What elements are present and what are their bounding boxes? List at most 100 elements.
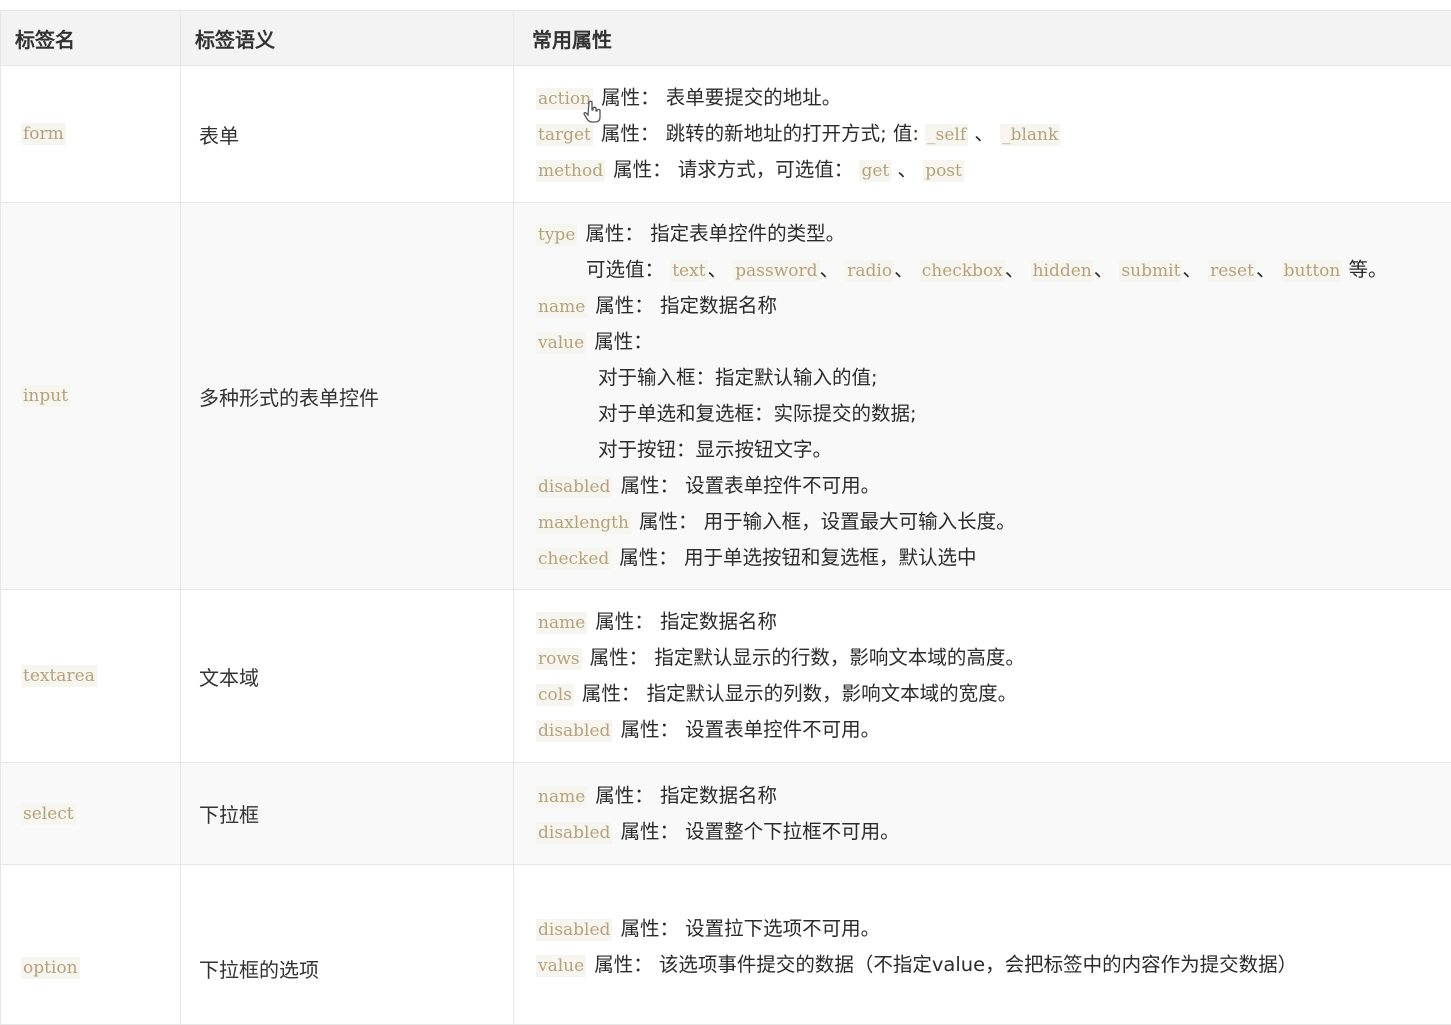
attr-line: name 属性： 指定数据名称: [536, 288, 1451, 324]
attr-code: disabled: [536, 822, 612, 844]
tag-code: textarea: [21, 665, 97, 687]
value-code: submit: [1119, 260, 1182, 282]
header-row: 标签名 标签语义 常用属性: [1, 11, 1451, 66]
separator: 、: [1256, 258, 1276, 281]
attr-desc: 对于输入框：指定默认输入的值;: [598, 366, 878, 389]
tag-code: input: [21, 385, 70, 407]
tag-code: option: [21, 957, 80, 979]
form-tags-reference-table: 标签名 标签语义 常用属性 form 表单 action属性： 表单要提交的地址…: [0, 10, 1451, 1025]
value-code: post: [923, 160, 964, 182]
attributes-cell: action属性： 表单要提交的地址。 target 属性： 跳转的新地址的打开方…: [514, 66, 1451, 203]
header-tag-name: 标签名: [1, 11, 181, 66]
value-code: text: [670, 260, 707, 282]
attr-line: 对于单选和复选框：实际提交的数据;: [536, 396, 1451, 432]
attr-suffix: 等。: [1349, 258, 1388, 281]
attr-desc: 属性：: [594, 330, 653, 353]
tag-cell: select: [1, 763, 181, 865]
attr-line: type 属性： 指定表单控件的类型。: [536, 216, 1451, 252]
attr-line: rows 属性： 指定默认显示的行数，影响文本域的高度。: [536, 640, 1451, 676]
attr-desc: 属性： 设置表单控件不可用。: [620, 718, 880, 741]
attr-desc: 属性： 指定数据名称: [595, 294, 777, 317]
attr-code: value: [536, 955, 586, 977]
value-code: button: [1282, 260, 1343, 282]
table-row-input: input 多种形式的表单控件 type 属性： 指定表单控件的类型。 可选值： …: [1, 203, 1451, 590]
attr-desc: 属性： 用于输入框，设置最大可输入长度。: [639, 510, 1016, 533]
tag-cell: textarea: [1, 590, 181, 763]
semantics-cell: 下拉框: [181, 763, 514, 865]
table-header: 标签名 标签语义 常用属性: [1, 11, 1451, 66]
attr-code: name: [536, 296, 587, 318]
tag-cell: input: [1, 203, 181, 590]
attr-desc: 属性： 设置整个下拉框不可用。: [620, 820, 899, 843]
attr-desc: 属性： 指定数据名称: [595, 610, 777, 633]
attr-line: name属性： 指定数据名称: [536, 604, 1451, 640]
table-row-option: option 下拉框的选项 disabled 属性： 设置拉下选项不可用。 val…: [1, 865, 1451, 1025]
value-code: password: [733, 260, 819, 282]
attributes-cell: type 属性： 指定表单控件的类型。 可选值： text、 password、 …: [514, 203, 1451, 590]
value-code: reset: [1208, 260, 1256, 282]
attr-code: method: [536, 160, 605, 182]
attr-desc: 属性： 指定默认显示的行数，影响文本域的高度。: [590, 646, 1025, 669]
separator: 、: [894, 258, 914, 281]
attr-line: target 属性： 跳转的新地址的打开方式; 值: _self 、 _blank: [536, 116, 1451, 152]
header-common-attributes: 常用属性: [514, 11, 1451, 66]
attr-code: disabled: [536, 476, 612, 498]
attr-line: value 属性：: [536, 324, 1451, 360]
value-code: get: [859, 160, 891, 182]
attr-desc: 属性： 跳转的新地址的打开方式; 值:: [601, 122, 919, 145]
value-code: hidden: [1031, 260, 1094, 282]
attr-desc: 属性： 设置表单控件不可用。: [620, 474, 880, 497]
attr-desc: 对于单选和复选框：实际提交的数据;: [598, 402, 917, 425]
semantics-cell: 文本域: [181, 590, 514, 763]
attr-line: maxlength 属性： 用于输入框，设置最大可输入长度。: [536, 504, 1451, 540]
attr-desc: 属性： 该选项事件提交的数据（不指定value，会把标签中的内容作为提交数据）: [594, 953, 1297, 976]
attr-line: value 属性： 该选项事件提交的数据（不指定value，会把标签中的内容作为提…: [536, 947, 1451, 983]
attr-code: cols: [536, 684, 574, 706]
attr-line: checked属性： 用于单选按钮和复选框，默认选中: [536, 540, 1451, 576]
attr-desc: 属性： 请求方式，可选值：: [613, 158, 853, 181]
semantics-cell: 下拉框的选项: [181, 865, 514, 1025]
top-strip: [0, 0, 1451, 10]
attributes-cell: name 属性： 指定数据名称 disabled 属性： 设置整个下拉框不可用。: [514, 763, 1451, 865]
tag-code: select: [21, 803, 76, 825]
attr-desc: 可选值：: [586, 258, 664, 281]
attr-desc: 属性： 设置拉下选项不可用。: [620, 917, 880, 940]
attr-line: 对于输入框：指定默认输入的值;: [536, 360, 1451, 396]
separator: 、: [897, 158, 917, 181]
attr-code: disabled: [536, 919, 612, 941]
attr-code: name: [536, 786, 587, 808]
value-code: _self: [925, 124, 968, 146]
attr-code: target: [536, 124, 593, 146]
attr-code: checked: [536, 548, 611, 570]
attr-desc: 对于按钮：显示按钮文字。: [598, 438, 832, 461]
table-row-textarea: textarea 文本域 name属性： 指定数据名称 rows属性： 指定默认…: [1, 590, 1451, 763]
attr-desc: 属性： 指定默认显示的列数，影响文本域的宽度。: [582, 682, 1017, 705]
attr-line: cols 属性： 指定默认显示的列数，影响文本域的宽度。: [536, 676, 1451, 712]
attr-line: disabled 属性： 设置整个下拉框不可用。: [536, 814, 1451, 850]
attr-line: action属性： 表单要提交的地址。: [536, 80, 1451, 116]
value-code: _blank: [1000, 124, 1060, 146]
semantics-cell: 多种形式的表单控件: [181, 203, 514, 590]
separator: 、: [1005, 258, 1025, 281]
semantics-cell: 表单: [181, 66, 514, 203]
separator: 、: [1094, 258, 1114, 281]
attr-code: maxlength: [536, 512, 631, 534]
attr-desc: 属性： 指定数据名称: [595, 784, 777, 807]
attr-code: type: [536, 224, 577, 246]
attr-line: 对于按钮：显示按钮文字。: [536, 432, 1451, 468]
separator: 、: [820, 258, 840, 281]
tag-code: form: [21, 123, 66, 145]
attr-line: disabled 属性： 设置表单控件不可用。: [536, 712, 1451, 748]
attr-line: disabled 属性： 设置拉下选项不可用。: [536, 911, 1451, 947]
attr-line: name 属性： 指定数据名称: [536, 778, 1451, 814]
table-row-form: form 表单 action属性： 表单要提交的地址。 target 属性： 跳转…: [1, 66, 1451, 203]
attr-line: disabled 属性： 设置表单控件不可用。: [536, 468, 1451, 504]
attr-code: rows: [536, 648, 582, 670]
attr-desc: 属性： 指定表单控件的类型。: [585, 222, 845, 245]
attr-line: 可选值： text、 password、 radio、 checkbox、 hi…: [536, 252, 1451, 288]
separator: 、: [708, 258, 728, 281]
attr-code: value: [536, 332, 586, 354]
separator: 、: [974, 122, 994, 145]
attr-code: disabled: [536, 720, 612, 742]
attr-line: method 属性： 请求方式，可选值： get 、 post: [536, 152, 1451, 188]
